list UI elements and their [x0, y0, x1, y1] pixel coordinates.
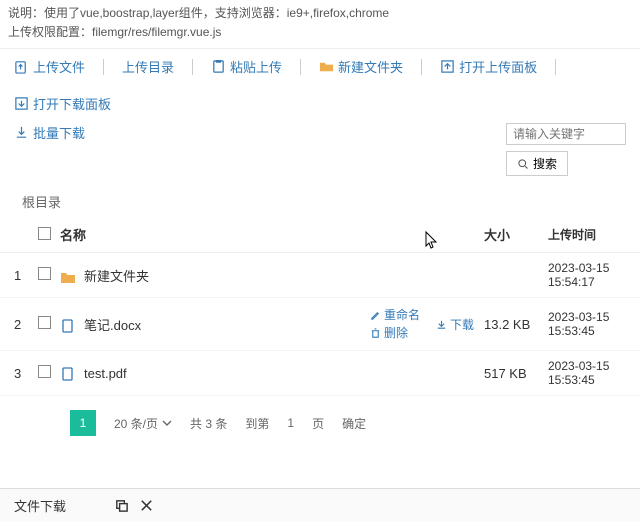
open-download-panel-label: 打开下载面板: [33, 94, 111, 113]
page-jump-value[interactable]: 1: [287, 416, 294, 430]
upload-dir-button[interactable]: 上传目录: [122, 57, 174, 76]
row-index: 1: [14, 268, 38, 283]
row-checkbox[interactable]: [38, 316, 60, 332]
table-row: 3 test.pdf 517 KB2023-03-15 15:53:45: [0, 351, 640, 396]
page-total: 共 3 条: [190, 415, 227, 432]
toolbar: 上传文件 上传目录 粘贴上传 新建文件夹 打开上传面板 打开下载面板: [0, 49, 640, 121]
download-icon: [14, 125, 29, 140]
download-bar: 文件下载: [0, 488, 640, 522]
col-time-header: 上传时间: [548, 226, 626, 243]
toolbar-row-2: 批量下载 搜索: [0, 121, 640, 182]
download-icon: [436, 319, 447, 330]
row-download: 下载: [436, 316, 484, 333]
search-button[interactable]: 搜索: [506, 151, 568, 176]
chevron-down-icon: [162, 418, 172, 428]
row-name-cell[interactable]: test.pdf: [60, 366, 370, 382]
paste-upload-label: 粘贴上传: [230, 57, 282, 76]
row-actions: 重命名删除: [370, 306, 436, 342]
col-name-header: 名称: [60, 225, 370, 244]
upload-file-icon: [14, 59, 29, 74]
rename-label: 重命名: [384, 306, 420, 324]
panel-down-icon: [14, 96, 29, 111]
toolbar-separator: [421, 59, 422, 75]
new-folder-button[interactable]: 新建文件夹: [319, 57, 403, 76]
toolbar-separator: [555, 59, 556, 75]
new-folder-label: 新建文件夹: [338, 57, 403, 76]
batch-download-button[interactable]: 批量下载: [14, 123, 85, 142]
delete-label: 删除: [384, 324, 408, 342]
delete-button[interactable]: 删除: [370, 324, 436, 342]
open-upload-panel-button[interactable]: 打开上传面板: [440, 57, 537, 76]
row-name-cell[interactable]: 笔记.docx: [60, 315, 370, 334]
page-jump-label: 到第: [245, 415, 269, 432]
paste-upload-button[interactable]: 粘贴上传: [211, 57, 282, 76]
page-size-select[interactable]: 20 条/页: [114, 415, 172, 432]
col-checkbox-all[interactable]: [38, 227, 60, 243]
row-time: 2023-03-15 15:53:45: [548, 310, 626, 338]
toolbar-separator: [192, 59, 193, 75]
search-input[interactable]: [506, 123, 626, 145]
upload-dir-label: 上传目录: [122, 57, 174, 76]
note-line-2: 上传权限配置：filemgr/res/filemgr.vue.js: [8, 23, 632, 42]
upload-file-label: 上传文件: [33, 57, 85, 76]
open-upload-panel-label: 打开上传面板: [459, 57, 537, 76]
edit-icon: [370, 310, 381, 321]
page-unit: 页: [312, 415, 324, 432]
download-label: 下载: [450, 316, 474, 333]
page-size-label: 20 条/页: [114, 415, 158, 432]
row-time: 2023-03-15 15:54:17: [548, 261, 626, 289]
table-row: 2笔记.docx重命名删除下载13.2 KB2023-03-15 15:53:4…: [0, 298, 640, 351]
page-confirm[interactable]: 确定: [342, 415, 366, 432]
table-header: 名称 大小 上传时间: [0, 217, 640, 253]
row-name-cell[interactable]: 新建文件夹: [60, 266, 370, 285]
file-icon: [60, 367, 76, 381]
folder-icon: [60, 270, 76, 284]
clipboard-icon: [211, 59, 226, 74]
pager: 1 20 条/页 共 3 条 到第 1 页 确定: [0, 396, 640, 450]
download-bar-title: 文件下载: [14, 496, 66, 515]
row-name-label: 新建文件夹: [84, 269, 149, 284]
page-current[interactable]: 1: [70, 410, 96, 436]
toolbar-separator: [103, 59, 104, 75]
row-time: 2023-03-15 15:53:45: [548, 359, 626, 387]
panel-up-icon: [440, 59, 455, 74]
row-checkbox[interactable]: [38, 365, 60, 381]
close-icon[interactable]: [139, 498, 154, 513]
download-button[interactable]: 下载: [436, 316, 474, 333]
upload-file-button[interactable]: 上传文件: [14, 57, 85, 76]
open-download-panel-button[interactable]: 打开下载面板: [14, 94, 111, 113]
table-row: 1 新建文件夹 2023-03-15 15:54:17: [0, 253, 640, 298]
search-icon: [517, 158, 529, 170]
folder-icon: [319, 59, 334, 74]
toolbar-separator: [300, 59, 301, 75]
col-size-header: 大小: [484, 225, 548, 244]
rename-button[interactable]: 重命名: [370, 306, 436, 324]
restore-icon[interactable]: [114, 498, 129, 513]
search-area: 搜索: [506, 123, 626, 176]
row-size: 517 KB: [484, 366, 548, 381]
header-notes: 说明：使用了vue,boostrap,layer组件，支持浏览器：ie9+,fi…: [0, 0, 640, 49]
batch-download-label: 批量下载: [33, 123, 85, 142]
row-name-label: 笔记.docx: [84, 318, 141, 333]
row-checkbox[interactable]: [38, 267, 60, 283]
trash-icon: [370, 328, 381, 339]
search-button-label: 搜索: [533, 155, 557, 172]
row-index: 2: [14, 317, 38, 332]
row-name-label: test.pdf: [84, 366, 127, 381]
table-body: 1新建文件夹2023-03-15 15:54:172笔记.docx重命名删除下载…: [0, 253, 640, 396]
note-line-1: 说明：使用了vue,boostrap,layer组件，支持浏览器：ie9+,fi…: [8, 4, 632, 23]
breadcrumb[interactable]: 根目录: [0, 182, 640, 217]
row-size: 13.2 KB: [484, 317, 548, 332]
file-icon: [60, 319, 76, 333]
row-index: 3: [14, 366, 38, 381]
